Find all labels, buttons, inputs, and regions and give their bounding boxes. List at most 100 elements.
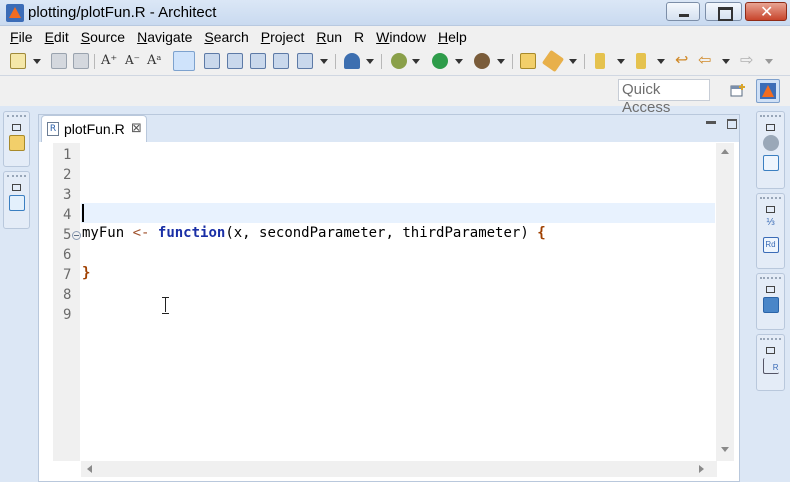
- run-dropdown-icon[interactable]: [455, 59, 463, 64]
- forward-icon[interactable]: ⇨: [740, 53, 756, 69]
- menu-source[interactable]: Source: [75, 29, 131, 45]
- r-run-line-icon[interactable]: [227, 53, 243, 69]
- minimize-button[interactable]: [666, 2, 700, 21]
- open-brace: {: [537, 225, 546, 241]
- restore-icon[interactable]: [766, 124, 775, 131]
- new-file-icon[interactable]: [10, 53, 26, 69]
- next-annotation-icon[interactable]: [595, 53, 605, 69]
- menu-project[interactable]: Project: [255, 29, 311, 45]
- r-source-dropdown-icon[interactable]: [320, 59, 328, 64]
- restore-icon[interactable]: [12, 184, 21, 191]
- decrease-font-icon[interactable]: A⁻: [125, 53, 141, 69]
- line-number: 7: [63, 267, 72, 283]
- previous-annotation-dropdown-icon[interactable]: [657, 59, 665, 64]
- last-edit-icon[interactable]: ↩: [675, 53, 691, 69]
- save-all-icon[interactable]: [73, 53, 89, 69]
- project-explorer-icon[interactable]: [8, 135, 25, 151]
- open-perspective-icon[interactable]: [727, 81, 747, 101]
- tasks-icon[interactable]: [762, 155, 779, 171]
- toolbar-separator: [335, 54, 336, 69]
- outline-icon[interactable]: [8, 195, 25, 211]
- maximize-editor-icon[interactable]: [727, 119, 737, 129]
- drag-handle[interactable]: [760, 115, 781, 119]
- scroll-down-icon[interactable]: [721, 447, 729, 452]
- line-number: 9: [63, 307, 72, 323]
- scroll-up-icon[interactable]: [721, 149, 729, 154]
- pencil-icon[interactable]: [541, 49, 565, 73]
- previous-annotation-icon[interactable]: [636, 53, 646, 69]
- drag-handle[interactable]: [760, 277, 781, 281]
- right-trim-stack-4: R: [756, 334, 785, 391]
- maximize-button[interactable]: [705, 2, 742, 21]
- r-file-icon: R: [47, 122, 59, 136]
- architect-perspective-button[interactable]: [756, 79, 780, 103]
- toolbar-separator: [94, 54, 95, 69]
- architect-logo-icon: [6, 4, 24, 22]
- code-line-7[interactable]: }: [82, 263, 90, 283]
- forward-dropdown-icon[interactable]: [765, 59, 773, 64]
- vertical-scrollbar[interactable]: [716, 143, 734, 461]
- variables-icon[interactable]: ⅓: [763, 217, 779, 233]
- r-run-icon[interactable]: [204, 53, 220, 69]
- reset-font-icon[interactable]: Aᵃ: [147, 53, 163, 69]
- restore-icon[interactable]: [12, 124, 21, 131]
- restore-icon[interactable]: [766, 206, 775, 213]
- line-number: 1: [63, 147, 72, 163]
- drag-handle[interactable]: [7, 175, 26, 179]
- external-tools-dropdown-icon[interactable]: [497, 59, 505, 64]
- r-console-dropdown-icon[interactable]: [366, 59, 374, 64]
- back-icon[interactable]: ⇦: [698, 53, 714, 69]
- editor-tab-strip: R plotFun.R ⊠: [39, 115, 739, 142]
- menu-search[interactable]: Search: [198, 29, 254, 45]
- increase-font-icon[interactable]: A⁺: [101, 53, 117, 69]
- scroll-right-icon[interactable]: [699, 465, 704, 473]
- restore-icon[interactable]: [766, 286, 775, 293]
- close-tab-icon[interactable]: ⊠: [131, 120, 142, 136]
- debug-icon[interactable]: [391, 53, 407, 69]
- new-dropdown-icon[interactable]: [33, 59, 41, 64]
- console-icon[interactable]: [762, 297, 779, 313]
- highlight-toggle-icon[interactable]: [173, 51, 195, 71]
- save-icon[interactable]: [51, 53, 67, 69]
- history-icon[interactable]: [762, 135, 779, 151]
- drag-handle[interactable]: [760, 338, 781, 342]
- menu-window[interactable]: Window: [370, 29, 432, 45]
- r-help-icon[interactable]: Rd: [762, 237, 779, 253]
- restore-icon[interactable]: [766, 347, 775, 354]
- menu-run[interactable]: Run: [310, 29, 348, 45]
- menu-r[interactable]: R: [348, 29, 370, 45]
- r-plots-icon[interactable]: R: [762, 358, 779, 374]
- scroll-left-icon[interactable]: [87, 465, 92, 473]
- r-source-icon[interactable]: [297, 53, 313, 69]
- r-run-selection-icon[interactable]: [250, 53, 266, 69]
- menu-help[interactable]: Help: [432, 29, 473, 45]
- r-run-function-icon[interactable]: [273, 53, 289, 69]
- minimize-editor-icon[interactable]: [706, 121, 716, 124]
- open-folder-icon[interactable]: [520, 53, 536, 69]
- next-annotation-dropdown-icon[interactable]: [617, 59, 625, 64]
- back-dropdown-icon[interactable]: [722, 59, 730, 64]
- horizontal-scrollbar[interactable]: [81, 461, 717, 477]
- menu-file[interactable]: File: [4, 29, 39, 45]
- left-trim-stack-1: [3, 111, 30, 167]
- line-number: 2: [63, 167, 72, 183]
- close-button[interactable]: ✕: [745, 2, 787, 21]
- menu-navigate[interactable]: Navigate: [131, 29, 198, 45]
- text-caret: [82, 204, 84, 222]
- close-icon: ✕: [760, 4, 774, 21]
- drag-handle[interactable]: [7, 115, 26, 119]
- fold-collapse-icon[interactable]: [72, 231, 81, 240]
- tab-plotfun-r[interactable]: R plotFun.R ⊠: [41, 115, 147, 142]
- ibeam-cursor-icon: [162, 297, 170, 314]
- pencil-dropdown-icon[interactable]: [569, 59, 577, 64]
- menu-edit[interactable]: Edit: [39, 29, 75, 45]
- r-console-icon[interactable]: [344, 53, 360, 69]
- left-trim-stack-2: [3, 171, 30, 229]
- quick-access-input[interactable]: Quick Access: [618, 79, 710, 116]
- drag-handle[interactable]: [760, 197, 781, 201]
- debug-dropdown-icon[interactable]: [412, 59, 420, 64]
- run-icon[interactable]: [432, 53, 448, 69]
- code-line-5[interactable]: myFun <- function(x, secondParameter, th…: [82, 223, 546, 243]
- line-number: 8: [63, 287, 72, 303]
- external-tools-icon[interactable]: [474, 53, 490, 69]
